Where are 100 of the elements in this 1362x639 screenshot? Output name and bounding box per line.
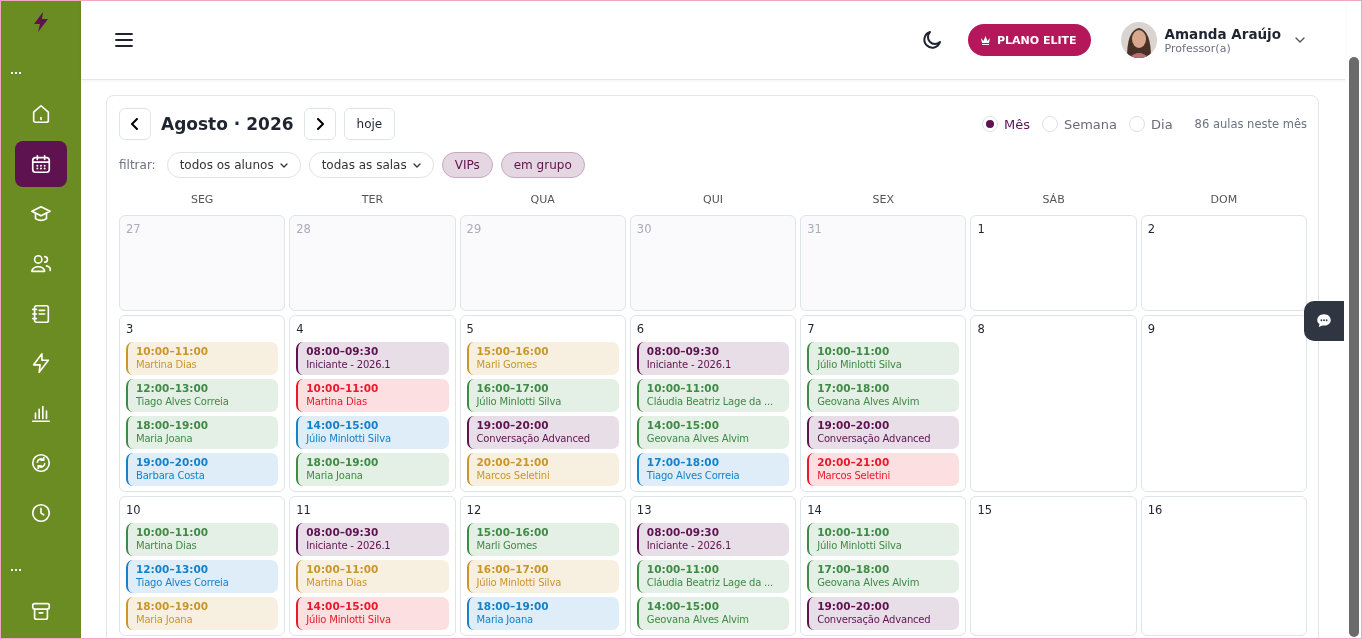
- event-item[interactable]: 10:00–11:00 Júlio Minlotti Silva: [807, 342, 960, 375]
- event-time: 10:00–11:00: [646, 381, 720, 395]
- event-item[interactable]: 14:00–15:00 Geovana Alves Alvim: [636, 416, 790, 449]
- day-number: 16: [1147, 503, 1164, 517]
- event-time: 20:00–21:00: [817, 455, 891, 469]
- event-item[interactable]: 17:00–18:00 Geovana Alves Alvim: [807, 379, 960, 412]
- event-item[interactable]: 16:00–17:00 Júlio Minlotti Silva: [466, 379, 619, 412]
- day-number: 6: [636, 322, 646, 336]
- event-time: 14:00–15:00: [306, 418, 380, 432]
- event-item[interactable]: 10:00–11:00 Martina Dias: [126, 342, 279, 375]
- event-item[interactable]: 19:00–20:00 Conversação Advanced: [807, 597, 960, 630]
- view-label[interactable]: Mês: [1003, 116, 1030, 132]
- event-item[interactable]: 10:00–11:00 Cláudia Beatriz Lage da ...: [636, 560, 790, 593]
- event-item[interactable]: 12:00–13:00 Tiago Alves Correia: [126, 560, 279, 593]
- day-cell[interactable]: 10 10:00–11:00 Martina Dias 12:00–13:00 Tiago Alves Correia 18:00–19:00 Maria Joana: [119, 496, 286, 636]
- event-title: Iniciante - 2026.1: [646, 358, 733, 372]
- day-cell[interactable]: 27: [119, 215, 286, 311]
- event-time: 10:00–11:00: [817, 344, 891, 358]
- filter-chip[interactable]: VIPs: [441, 152, 493, 178]
- day-number: 13: [636, 503, 653, 517]
- day-cell[interactable]: 8: [970, 315, 1137, 492]
- event-title: Tiago Alves Correia: [136, 576, 230, 590]
- event-item[interactable]: 14:00–15:00 Júlio Minlotti Silva: [296, 597, 449, 630]
- scrollbar[interactable]: [1349, 57, 1359, 637]
- lesson-count: 86 aulas neste mês: [1194, 117, 1307, 131]
- event-item[interactable]: 15:00–16:00 Marli Gomes: [466, 523, 619, 556]
- day-cell[interactable]: 16: [1140, 496, 1307, 636]
- event-item[interactable]: 08:00–09:30 Iniciante - 2026.1: [636, 342, 790, 375]
- day-cell[interactable]: 12 15:00–16:00 Marli Gomes 16:00–17:00 Júlio Minlotti Silva 18:00–19:00 Maria Joana: [459, 496, 626, 636]
- view-label[interactable]: Semana: [1063, 116, 1117, 132]
- event-item[interactable]: 19:00–20:00 Conversação Advanced: [466, 416, 619, 449]
- event-item[interactable]: 08:00–09:30 Iniciante - 2026.1: [636, 523, 790, 556]
- day-cell[interactable]: 5 15:00–16:00 Marli Gomes 16:00–17:00 Júlio Minlotti Silva 19:00–20:00 Conversação Advanced 20:00–21:00 Marcos Seletini: [459, 315, 626, 492]
- event-item[interactable]: 17:00–18:00 Tiago Alves Correia: [636, 453, 790, 486]
- calendar-icon: [30, 152, 52, 175]
- chat-button[interactable]: [1304, 301, 1344, 341]
- clock-icon: [30, 502, 52, 525]
- day-cell[interactable]: 6 08:00–09:30 Iniciante - 2026.1 10:00–11:00 Cláudia Beatriz Lage da ... 14:00–15:00 Geovana Alves Alvim 17:00–18:00 Tiago Alves Correia: [629, 315, 797, 492]
- filter-chip[interactable]: em grupo: [500, 152, 585, 178]
- event-item[interactable]: 10:00–11:00 Martina Dias: [296, 379, 449, 412]
- event-title: Conversação Advanced: [817, 432, 932, 446]
- event-item[interactable]: 10:00–11:00 Júlio Minlotti Silva: [807, 523, 960, 556]
- event-item[interactable]: 10:00–11:00 Cláudia Beatriz Lage da ...: [636, 379, 790, 412]
- event-time: 19:00–20:00: [476, 418, 550, 432]
- day-cell[interactable]: 29: [459, 215, 626, 311]
- event-title: Júlio Minlotti Silva: [306, 432, 392, 446]
- event-item[interactable]: 12:00–13:00 Tiago Alves Correia: [126, 379, 279, 412]
- filter-dropdown[interactable]: todos os alunos: [166, 152, 301, 178]
- upgrade-button[interactable]: PLANO ELITE: [967, 24, 1091, 56]
- day-cell[interactable]: 9: [1140, 315, 1307, 492]
- weekday-label: SEG: [189, 192, 215, 208]
- event-time: 15:00–16:00: [476, 525, 550, 539]
- weekday-label: SÁB: [1041, 192, 1066, 208]
- event-item[interactable]: 18:00–19:00 Maria Joana: [466, 597, 619, 630]
- event-item[interactable]: 19:00–20:00 Barbara Costa: [126, 453, 279, 486]
- view-label[interactable]: Dia: [1151, 116, 1173, 132]
- event-item[interactable]: 19:00–20:00 Conversação Advanced: [807, 416, 960, 449]
- event-item[interactable]: 15:00–16:00 Marli Gomes: [466, 342, 619, 375]
- home-icon: [30, 102, 52, 125]
- today-button[interactable]: hoje: [343, 108, 396, 140]
- nav-item[interactable]: [15, 140, 67, 187]
- day-cell[interactable]: 13 08:00–09:30 Iniciante - 2026.1 10:00–11:00 Cláudia Beatriz Lage da ... 14:00–15:00 Geovana Alves Alvim: [629, 496, 797, 636]
- day-cell[interactable]: 28: [289, 215, 456, 311]
- day-cell[interactable]: 7 10:00–11:00 Júlio Minlotti Silva 17:00–18:00 Geovana Alves Alvim 19:00–20:00 Conversação Advanced 20:00–21:00 Marcos Seletini: [800, 315, 967, 492]
- event-item[interactable]: 08:00–09:30 Iniciante - 2026.1: [296, 342, 449, 375]
- day-cell[interactable]: 4 08:00–09:30 Iniciante - 2026.1 10:00–11:00 Martina Dias 14:00–15:00 Júlio Minlotti Silva 18:00–19:00 Maria Joana: [289, 315, 456, 492]
- event-item[interactable]: 14:00–15:00 Júlio Minlotti Silva: [296, 416, 449, 449]
- day-number: 7: [807, 322, 816, 336]
- event-item[interactable]: 08:00–09:30 Iniciante - 2026.1: [296, 523, 449, 556]
- day-cell[interactable]: 31: [800, 215, 967, 311]
- day-number: 27: [126, 222, 142, 236]
- day-cell[interactable]: 11 08:00–09:30 Iniciante - 2026.1 10:00–11:00 Martina Dias 14:00–15:00 Júlio Minlotti Silva: [289, 496, 456, 636]
- event-item[interactable]: 18:00–19:00 Maria Joana: [126, 597, 279, 630]
- day-cell[interactable]: 2: [1140, 215, 1307, 311]
- next-button[interactable]: [303, 108, 336, 140]
- chevron-down-icon[interactable]: [1295, 37, 1305, 43]
- event-title: Barbara Costa: [136, 469, 206, 483]
- day-cell[interactable]: 3 10:00–11:00 Martina Dias 12:00–13:00 Tiago Alves Correia 18:00–19:00 Maria Joana 19:00–20:00 Barbara Costa: [119, 315, 286, 492]
- filter-dropdown[interactable]: todas as salas: [308, 152, 434, 178]
- day-cell[interactable]: 1: [970, 215, 1137, 311]
- menu-icon[interactable]: [115, 32, 133, 48]
- weekday-label: TER: [360, 192, 385, 208]
- day-cell[interactable]: 30: [629, 215, 797, 311]
- event-item[interactable]: 17:00–18:00 Geovana Alves Alvim: [807, 560, 960, 593]
- event-item[interactable]: 18:00–19:00 Maria Joana: [296, 453, 449, 486]
- day-number: 14: [807, 503, 823, 517]
- previous-button[interactable]: [119, 108, 151, 140]
- event-item[interactable]: 14:00–15:00 Geovana Alves Alvim: [636, 597, 790, 630]
- event-item[interactable]: 20:00–21:00 Marcos Seletini: [807, 453, 960, 486]
- day-number: 8: [977, 322, 986, 336]
- event-item[interactable]: 10:00–11:00 Martina Dias: [296, 560, 449, 593]
- event-item[interactable]: 10:00–11:00 Martina Dias: [126, 523, 279, 556]
- day-cell[interactable]: 14 10:00–11:00 Júlio Minlotti Silva 17:00–18:00 Geovana Alves Alvim 19:00–20:00 Conversação Advanced: [800, 496, 967, 636]
- day-cell[interactable]: 15: [970, 496, 1137, 636]
- event-item[interactable]: 16:00–17:00 Júlio Minlotti Silva: [466, 560, 619, 593]
- event-time: 14:00–15:00: [646, 599, 720, 613]
- event-title: Júlio Minlotti Silva: [306, 613, 392, 627]
- day-number: 28: [296, 222, 312, 236]
- event-item[interactable]: 18:00–19:00 Maria Joana: [126, 416, 279, 449]
- event-item[interactable]: 20:00–21:00 Marcos Seletini: [466, 453, 619, 486]
